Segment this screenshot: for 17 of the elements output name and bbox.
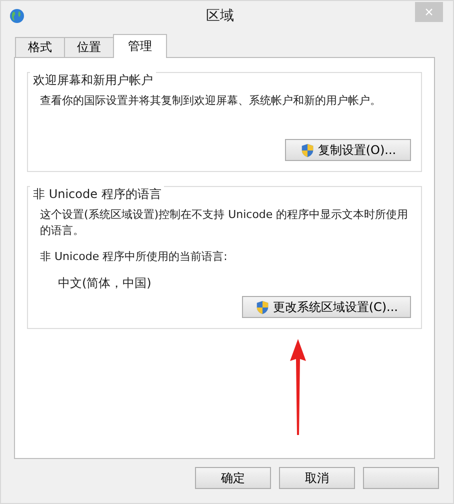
description-text: 这个设置(系统区域设置)控制在不支持 Unicode 的程序中显示文本时所使用的语言。	[39, 207, 410, 239]
globe-icon	[9, 8, 25, 24]
description-text: 查看你的国际设置并将其复制到欢迎屏幕、系统帐户和新的用户帐户。	[39, 93, 382, 109]
tab[interactable]: 管理	[113, 34, 167, 58]
tab[interactable]: 格式	[15, 37, 65, 57]
shield-icon	[254, 300, 270, 314]
language-value: 中文(简体，中国)	[57, 275, 152, 292]
shield-icon	[300, 142, 315, 158]
dialog-button[interactable]: 取消	[279, 467, 355, 489]
admin-button[interactable]: 更改系统区域设置(C)...	[242, 296, 411, 318]
group-title: 欢迎屏幕和新用户帐户	[30, 72, 156, 89]
dialog-button[interactable]	[363, 467, 439, 489]
window-title: 区域	[205, 7, 235, 25]
tab[interactable]: 位置	[64, 37, 114, 57]
dialog-button[interactable]: 确定	[195, 467, 271, 489]
admin-button[interactable]: 复制设置(O)...	[285, 139, 411, 161]
description-text: 非 Unicode 程序中所使用的当前语言:	[39, 249, 228, 265]
